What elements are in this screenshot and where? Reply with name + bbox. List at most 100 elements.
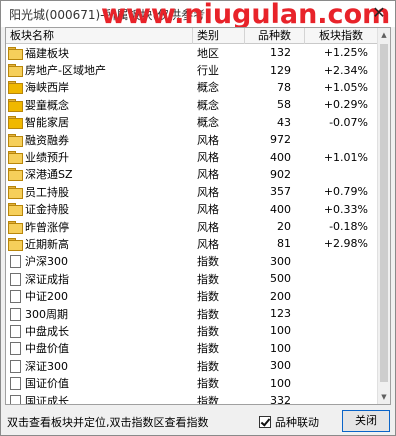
scroll-down-arrow-icon[interactable]: ▼: [378, 390, 390, 404]
sector-name: 中盘成长: [25, 324, 69, 338]
stock-count: 300: [270, 359, 291, 373]
linkage-checkbox-label: 品种联动: [275, 416, 319, 429]
table-row[interactable]: 福建板块 地区 132 +1.25%: [6, 44, 378, 61]
sector-type: 风格: [197, 203, 219, 217]
sector-type: 风格: [197, 168, 219, 182]
sector-index-change: +1.05%: [323, 80, 368, 94]
vertical-scrollbar[interactable]: ▲ ▼: [377, 28, 390, 404]
sector-name: 国证成长: [25, 394, 69, 405]
window-close-icon[interactable]: ✕: [369, 3, 389, 23]
sector-index-change: +0.29%: [323, 98, 368, 112]
stock-count: 972: [270, 133, 291, 147]
table-row[interactable]: 中盘成长 指数 100: [6, 322, 378, 339]
sector-type: 指数: [197, 359, 219, 373]
row-name-cell: 海峡西岸: [6, 79, 193, 95]
stock-count: 129: [270, 63, 291, 77]
column-header-name[interactable]: 板块名称: [6, 28, 193, 44]
stock-count: 20: [277, 220, 291, 234]
row-name-cell: 国证价值: [6, 375, 193, 391]
document-icon: [8, 359, 22, 373]
sector-name: 房地产-区域地产: [25, 64, 106, 78]
table-row[interactable]: 房地产-区域地产 行业 129 +2.34%: [6, 61, 378, 78]
sector-name: 中盘价值: [25, 342, 69, 356]
document-icon: [8, 324, 22, 338]
sector-index-change: +0.79%: [323, 185, 368, 199]
sector-name: 婴童概念: [25, 98, 69, 112]
stock-count: 43: [277, 115, 291, 129]
table-row[interactable]: 智能家居 概念 43 -0.07%: [6, 114, 378, 131]
sector-type: 地区: [197, 46, 219, 60]
stock-count: 81: [277, 237, 291, 251]
table-row[interactable]: 海峡西岸 概念 78 +1.05%: [6, 79, 378, 96]
folder-icon: [8, 64, 23, 78]
sector-type: 风格: [197, 185, 219, 199]
folder-icon: [8, 185, 23, 199]
sector-type: 概念: [197, 81, 219, 95]
sector-name: 中证200: [25, 290, 68, 304]
column-header-count[interactable]: 品种数: [245, 28, 305, 44]
stock-count: 100: [270, 341, 291, 355]
stock-count: 332: [270, 394, 291, 405]
table-row[interactable]: 证金持股 风格 400 +0.33%: [6, 201, 378, 218]
table-row[interactable]: 昨曾涨停 风格 20 -0.18%: [6, 218, 378, 235]
sector-type: 指数: [197, 394, 219, 405]
sector-list[interactable]: 板块名称 类别 品种数 板块指数 福建板块 地区 132 +1.25% 房地产-区域地产…: [5, 27, 391, 405]
table-row[interactable]: 沪深300 指数 300: [6, 253, 378, 270]
site-watermark: www.niugulan.com: [101, 0, 391, 30]
stock-count: 78: [277, 80, 291, 94]
sector-name: 国证价值: [25, 377, 69, 391]
checkbox-checked-icon[interactable]: [259, 416, 271, 428]
column-header-index[interactable]: 板块指数: [305, 28, 378, 44]
table-row[interactable]: 深港通SZ 风格 902: [6, 166, 378, 183]
sector-index-change: +2.98%: [323, 237, 368, 251]
row-name-cell: 近期新高: [6, 236, 193, 252]
close-button[interactable]: 关闭: [342, 410, 390, 432]
stock-count: 357: [270, 185, 291, 199]
scroll-up-arrow-icon[interactable]: ▲: [378, 28, 390, 42]
scrollbar-thumb[interactable]: [380, 44, 388, 382]
table-row[interactable]: 深证成指 指数 500: [6, 270, 378, 287]
row-name-cell: 业绩预升: [6, 149, 193, 165]
sector-type: 指数: [197, 377, 219, 391]
table-row[interactable]: 中盘价值 指数 100: [6, 340, 378, 357]
stock-count: 100: [270, 376, 291, 390]
sector-type: 风格: [197, 151, 219, 165]
linkage-checkbox[interactable]: 品种联动: [259, 414, 319, 430]
table-row[interactable]: 近期新高 风格 81 +2.98%: [6, 235, 378, 252]
folder-icon: [8, 203, 23, 217]
stock-count: 400: [270, 202, 291, 216]
column-header-type[interactable]: 类别: [193, 28, 245, 44]
sector-index-change: +2.34%: [323, 63, 368, 77]
table-row[interactable]: 融资融券 风格 972: [6, 131, 378, 148]
table-row[interactable]: 300周期 指数 123: [6, 305, 378, 322]
table-row[interactable]: 中证200 指数 200: [6, 287, 378, 304]
sector-index-change: +0.33%: [323, 202, 368, 216]
table-row[interactable]: 国证成长 指数 332: [6, 392, 378, 405]
table-row[interactable]: 业绩预升 风格 400 +1.01%: [6, 148, 378, 165]
title-bar[interactable]: 阳光城(000671)-所属板块(仅供参考 www.niugulan.com ✕: [1, 0, 395, 30]
sector-index-change: +1.25%: [323, 46, 368, 60]
row-name-cell: 中盘价值: [6, 340, 193, 356]
status-hint: 双击查看板块并定位,双击指数区查看指数: [7, 416, 209, 429]
sector-type: 风格: [197, 133, 219, 147]
table-row[interactable]: 婴童概念 概念 58 +0.29%: [6, 96, 378, 113]
document-icon: [8, 272, 22, 286]
stock-count: 123: [270, 307, 291, 321]
document-icon: [8, 377, 22, 391]
sector-type: 指数: [197, 324, 219, 338]
list-rows: 福建板块 地区 132 +1.25% 房地产-区域地产 行业 129 +2.34% 海峡西岸 概念…: [6, 44, 378, 405]
folder-icon: [8, 116, 23, 130]
sector-type: 风格: [197, 237, 219, 251]
sector-type: 指数: [197, 272, 219, 286]
table-row[interactable]: 深证300 指数 300: [6, 357, 378, 374]
sector-name: 福建板块: [25, 46, 69, 60]
table-row[interactable]: 国证价值 指数 100: [6, 374, 378, 391]
sector-name: 深证成指: [25, 272, 69, 286]
sector-name: 深港通SZ: [25, 168, 73, 182]
folder-icon: [8, 168, 23, 182]
table-row[interactable]: 员工持股 风格 357 +0.79%: [6, 183, 378, 200]
row-name-cell: 福建板块: [6, 45, 193, 61]
row-name-cell: 深证成指: [6, 271, 193, 287]
list-header: 板块名称 类别 品种数 板块指数: [6, 28, 378, 44]
row-name-cell: 房地产-区域地产: [6, 62, 193, 78]
